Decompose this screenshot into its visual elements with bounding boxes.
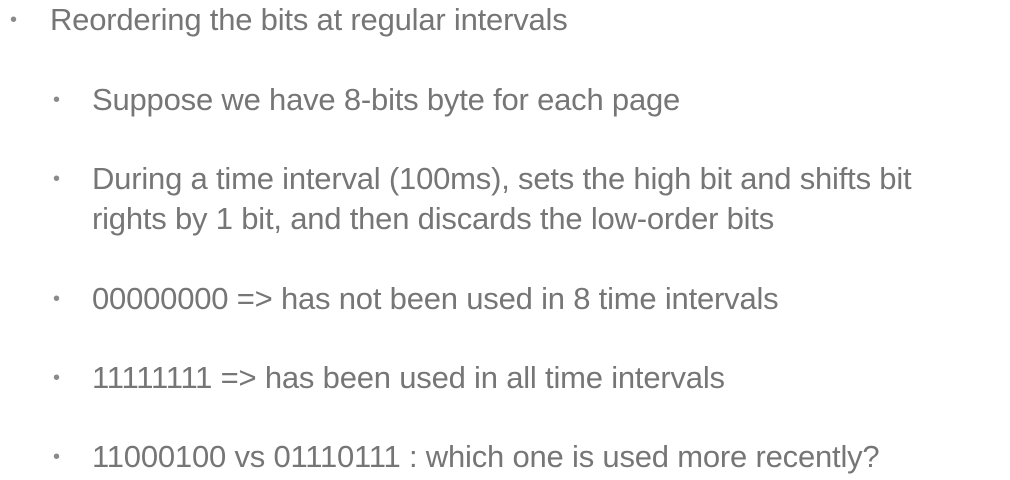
- sub-bullet-text: During a time interval (100ms), sets the…: [92, 161, 912, 196]
- sub-bullet-text: Suppose we have 8-bits byte for each pag…: [92, 82, 681, 117]
- bullet-marker: •: [53, 446, 61, 468]
- sub-bullet-text: 11111111 => has been used in all time in…: [92, 360, 725, 395]
- sub-bullet-text: 00000000 => has not been used in 8 time …: [92, 281, 779, 316]
- sub-bullet-text-continued: rights by 1 bit, and then discards the l…: [92, 201, 775, 236]
- main-bullet-text: Reordering the bits at regular intervals: [50, 2, 568, 37]
- bullet-marker: •: [53, 168, 61, 190]
- bullet-marker: •: [10, 9, 18, 31]
- sub-bullet-text: 11000100 vs 01110111 : which one is used…: [92, 439, 880, 474]
- bullet-marker: •: [53, 89, 61, 111]
- bullet-marker: •: [53, 288, 61, 310]
- bullet-marker: •: [53, 367, 61, 389]
